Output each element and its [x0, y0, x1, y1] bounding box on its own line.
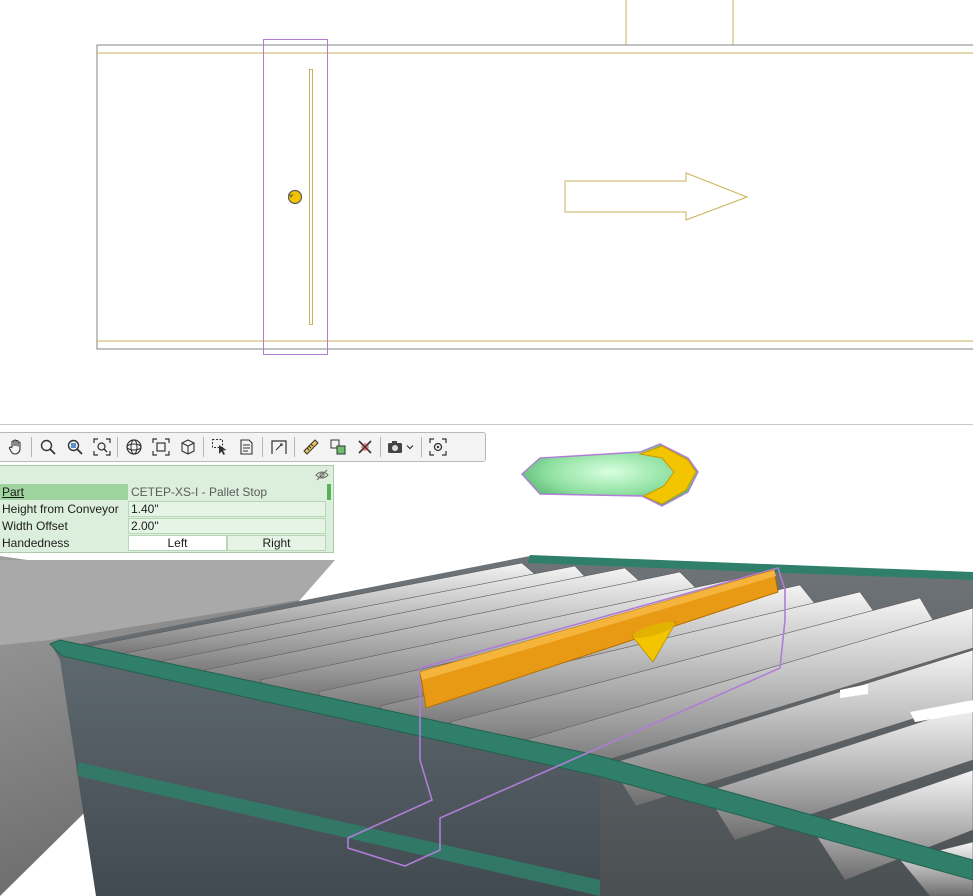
- zoom-button[interactable]: [34, 434, 61, 460]
- part-label[interactable]: Part: [0, 484, 128, 500]
- iso-view-button[interactable]: [174, 434, 201, 460]
- delete-x-icon: [357, 440, 372, 454]
- orbit-button[interactable]: [120, 434, 147, 460]
- toolbar-separator: [31, 437, 32, 457]
- toolbar-separator: [294, 437, 295, 457]
- rotate-grip-icon: [287, 189, 303, 205]
- eye-slash-icon[interactable]: [315, 468, 329, 482]
- plan-drawing: [96, 0, 973, 355]
- dimension-button[interactable]: [265, 434, 292, 460]
- properties-icon: [239, 439, 253, 455]
- height-label: Height from Conveyor: [2, 502, 119, 516]
- copy-button[interactable]: [324, 434, 351, 460]
- zoom-extents-icon: [92, 438, 111, 456]
- toolbar-separator: [203, 437, 204, 457]
- width-offset-field[interactable]: 2.00": [128, 518, 326, 534]
- iso-box-icon: [180, 439, 195, 455]
- handedness-left-button[interactable]: Left: [128, 535, 227, 551]
- view-toolbar: [0, 432, 486, 462]
- toolbar-separator: [380, 437, 381, 457]
- zoom-window-button[interactable]: [61, 434, 88, 460]
- magnifier-icon: [40, 439, 56, 455]
- select-arrow-icon: [211, 439, 226, 455]
- flow-direction-arrow: [564, 172, 749, 221]
- handedness-right-button[interactable]: Right: [227, 535, 326, 551]
- delete-button[interactable]: [351, 434, 378, 460]
- width-offset-label: Width Offset: [2, 519, 68, 533]
- plan-pallet-stop: [309, 69, 313, 325]
- measure-button[interactable]: [297, 434, 324, 460]
- part-scroll-indicator: [327, 484, 331, 500]
- dimension-icon: [270, 440, 287, 454]
- chevron-down-icon: [406, 445, 414, 450]
- handedness-row: Handedness Left Right: [0, 535, 332, 551]
- orbit-icon: [125, 439, 142, 455]
- height-row: Height from Conveyor 1.40": [0, 501, 332, 517]
- height-field[interactable]: 1.40": [128, 501, 326, 517]
- property-panel: Part CETEP-XS-I - Pallet Stop Height fro…: [0, 465, 334, 553]
- toolbar-separator: [421, 437, 422, 457]
- focus-button[interactable]: [424, 434, 451, 460]
- zoom-window-icon: [67, 439, 83, 455]
- select-button[interactable]: [206, 434, 233, 460]
- part-value: CETEP-XS-I - Pallet Stop: [128, 484, 326, 500]
- width-offset-row: Width Offset 2.00": [0, 518, 332, 534]
- zoom-extents-button[interactable]: [88, 434, 115, 460]
- hand-icon: [8, 439, 21, 455]
- camera-dropdown-button[interactable]: [383, 434, 419, 460]
- toolbar-separator: [117, 437, 118, 457]
- toolbar-separator: [262, 437, 263, 457]
- copy-shapes-icon: [330, 439, 345, 455]
- handedness-label: Handedness: [2, 536, 70, 550]
- frame-button[interactable]: [147, 434, 174, 460]
- frame-icon: [151, 438, 170, 456]
- properties-button[interactable]: [233, 434, 260, 460]
- focus-target-icon: [428, 438, 447, 456]
- part-row: Part CETEP-XS-I - Pallet Stop: [0, 484, 332, 500]
- pan-tool-button[interactable]: [2, 434, 29, 460]
- camera-icon: [388, 441, 402, 453]
- move-gizmo-icon: [521, 443, 699, 507]
- plan-view[interactable]: [0, 0, 973, 424]
- ruler-icon: [302, 439, 319, 455]
